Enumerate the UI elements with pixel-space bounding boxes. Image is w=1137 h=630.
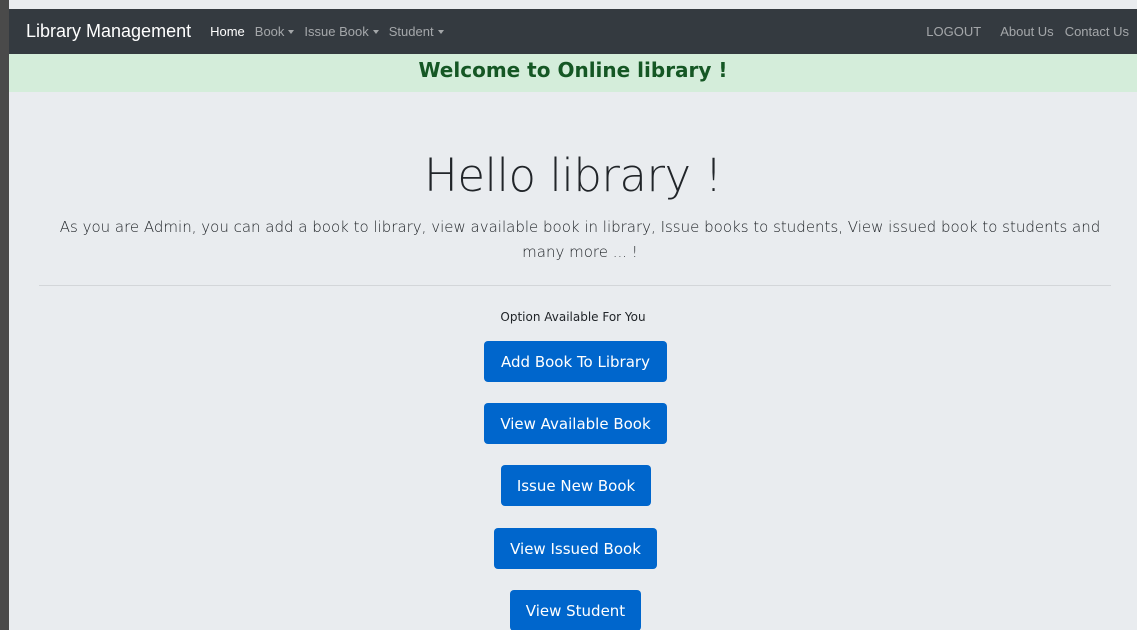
caret-down-icon [372, 30, 379, 34]
navbar: Library Management Home Book Issue Book … [9, 9, 1137, 54]
left-edge [0, 0, 9, 630]
caret-down-icon [437, 30, 444, 34]
view-student-button[interactable]: View Student [510, 590, 641, 630]
issue-new-book-button[interactable]: Issue New Book [501, 465, 651, 506]
caret-down-icon [288, 30, 295, 34]
nav-student-dropdown[interactable]: Student [389, 24, 444, 39]
top-edge [0, 0, 1137, 9]
nav-issue-book-dropdown[interactable]: Issue Book [304, 24, 379, 39]
options-label: Option Available For You [500, 310, 646, 324]
nav-issue-book-label: Issue Book [304, 24, 369, 39]
welcome-text: Welcome to Online library ! [418, 58, 728, 82]
nav-contact-us[interactable]: Contact Us [1065, 24, 1129, 39]
lead-text: As you are Admin, you can add a book to … [59, 218, 1101, 261]
nav-book-dropdown[interactable]: Book [255, 24, 295, 39]
view-issued-book-button[interactable]: View Issued Book [494, 528, 657, 569]
nav-book-label: Book [254, 24, 285, 39]
page-heading: Hello library ! [424, 149, 723, 202]
navbar-brand[interactable]: Library Management [26, 21, 191, 42]
nav-about-us[interactable]: About Us [1000, 24, 1053, 39]
view-available-book-button[interactable]: View Available Book [484, 403, 667, 444]
nav-logout[interactable]: LOGOUT [926, 24, 981, 39]
welcome-alert: Welcome to Online library ! [9, 54, 1137, 92]
divider [39, 285, 1111, 286]
nav-home[interactable]: Home [210, 24, 245, 39]
add-book-button[interactable]: Add Book To Library [484, 341, 667, 382]
nav-student-label: Student [388, 24, 434, 39]
app-window: Library Management Home Book Issue Book … [0, 0, 1137, 630]
navbar-right: LOGOUT About Us Contact Us [926, 24, 1137, 39]
nav-home-label: Home [210, 24, 245, 39]
